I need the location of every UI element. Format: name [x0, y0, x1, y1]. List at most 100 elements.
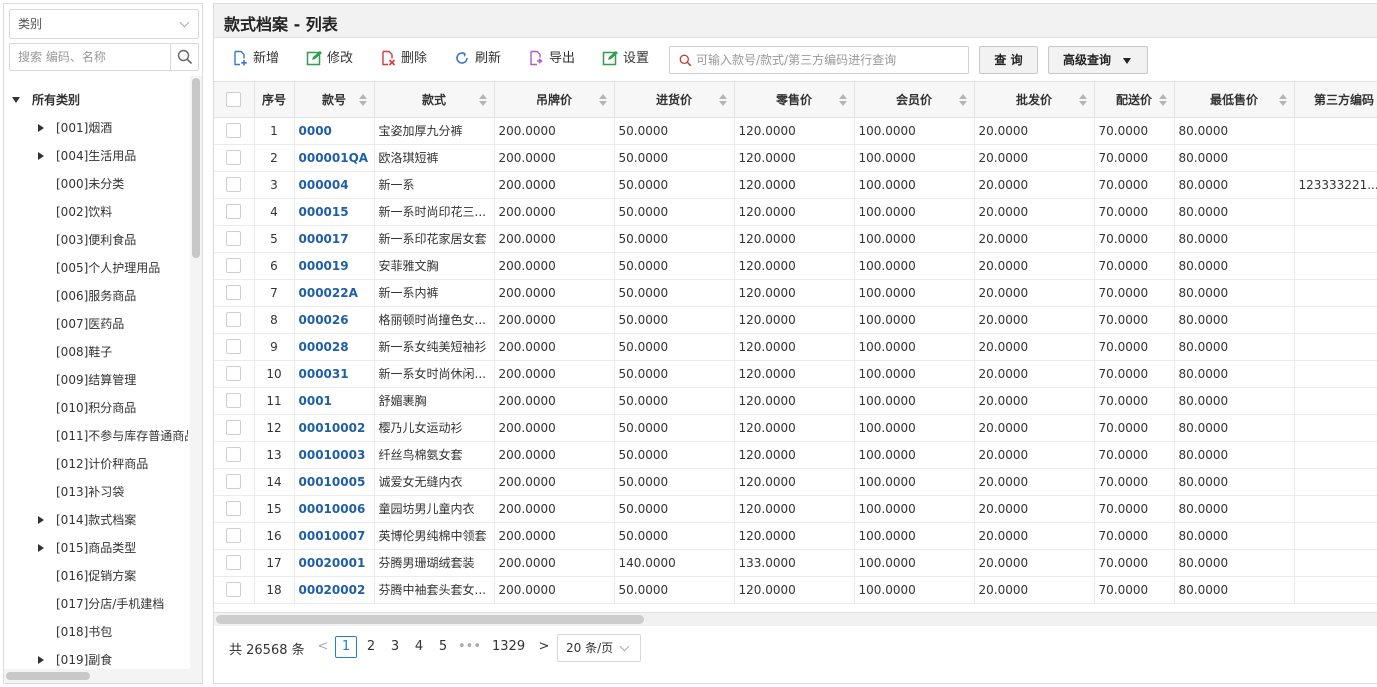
- table-row[interactable]: 4 000015 新一系时尚印花三... 200.0000 50.0000 120.000…: [214, 198, 1377, 226]
- edit-button[interactable]: 修改: [306, 48, 353, 70]
- table-row[interactable]: 8 000026 格丽顿时尚撞色女... 200.0000 50.0000 120.000…: [214, 306, 1377, 334]
- caret-right-icon[interactable]: [38, 152, 44, 160]
- caret-right-icon[interactable]: [38, 544, 44, 552]
- tree-item[interactable]: [001]烟酒: [4, 114, 188, 142]
- row-checkbox[interactable]: [226, 474, 242, 489]
- row-checkbox[interactable]: [226, 150, 242, 165]
- table-row[interactable]: 18 00020002 芬腾中袖套头套女... 200.0000 50.0000 120.…: [214, 576, 1377, 604]
- sort-icon[interactable]: [598, 94, 607, 106]
- tree-item[interactable]: [018]书包: [4, 618, 188, 646]
- row-checkbox[interactable]: [226, 339, 242, 354]
- tree-item[interactable]: [015]商品类型: [4, 534, 188, 562]
- caret-right-icon[interactable]: [38, 656, 44, 664]
- delete-button[interactable]: 删除: [380, 48, 427, 70]
- row-checkbox[interactable]: [226, 555, 242, 570]
- page-ellipsis[interactable]: •••: [458, 636, 481, 658]
- tree-item[interactable]: [000]未分类: [4, 170, 188, 198]
- select-all-checkbox[interactable]: [226, 91, 242, 107]
- table-row[interactable]: 13 00010003 纤丝鸟棉氨女套 200.0000 50.0000 120.0000…: [214, 441, 1377, 469]
- query-input[interactable]: [696, 47, 966, 73]
- table-row[interactable]: 15 00010006 童园坊男儿童内衣 200.0000 50.0000 120.000…: [214, 495, 1377, 523]
- sort-icon[interactable]: [958, 94, 967, 106]
- table-row[interactable]: 16 00010007 英博伦男纯棉中领套 200.0000 50.0000 120.00…: [214, 522, 1377, 550]
- cell-code[interactable]: 00020002: [294, 576, 375, 604]
- column-header[interactable]: 最低售价: [1174, 82, 1295, 118]
- table-row[interactable]: 14 00010005 诚爱女无缝内衣 200.0000 50.0000 120.0000…: [214, 468, 1377, 496]
- tree-item[interactable]: [014]款式档案: [4, 506, 188, 534]
- table-row[interactable]: 17 00020001 芬腾男珊瑚绒套装 200.0000 140.0000 133.00…: [214, 549, 1377, 577]
- row-checkbox[interactable]: [226, 501, 242, 516]
- row-checkbox[interactable]: [226, 447, 242, 462]
- cell-code[interactable]: 000004: [294, 171, 375, 199]
- cell-code[interactable]: 00010006: [294, 495, 375, 523]
- scrollbar-thumb[interactable]: [216, 615, 644, 624]
- tree-item[interactable]: [019]副食: [4, 646, 188, 669]
- add-button[interactable]: 新增: [232, 48, 279, 70]
- cell-code[interactable]: 00020001: [294, 549, 375, 577]
- sort-icon[interactable]: [838, 94, 847, 106]
- page-button[interactable]: 5: [433, 636, 453, 658]
- tree-vertical-scrollbar[interactable]: [190, 76, 202, 669]
- tree-item[interactable]: [017]分店/手机建档: [4, 590, 188, 618]
- export-button[interactable]: 导出: [528, 48, 575, 70]
- table-row[interactable]: 10 000031 新一系女时尚休闲... 200.0000 50.0000 120.00…: [214, 360, 1377, 388]
- page-size-select[interactable]: 20 条/页: [557, 634, 641, 662]
- row-checkbox[interactable]: [226, 231, 242, 246]
- table-row[interactable]: 2 000001QA 欧洛琪短裤 200.0000 50.0000 120.0000 100…: [214, 144, 1377, 172]
- sort-icon[interactable]: [1158, 94, 1167, 106]
- tree-item[interactable]: [005]个人护理用品: [4, 254, 188, 282]
- scrollbar-thumb[interactable]: [6, 672, 90, 680]
- tree-item[interactable]: [002]饮料: [4, 198, 188, 226]
- sort-icon[interactable]: [1078, 94, 1087, 106]
- tree-item[interactable]: [010]积分商品: [4, 394, 188, 422]
- tree-item[interactable]: [013]补习袋: [4, 478, 188, 506]
- settings-button[interactable]: 设置: [602, 48, 649, 70]
- scrollbar-thumb[interactable]: [192, 78, 200, 258]
- cell-code[interactable]: 000028: [294, 333, 375, 361]
- table-row[interactable]: 1 0000 宝姿加厚九分裤 200.0000 50.0000 120.0000 100.0…: [214, 117, 1377, 145]
- tree-item[interactable]: [012]计价秤商品: [4, 450, 188, 478]
- column-header[interactable]: 零售价: [734, 82, 855, 118]
- grid-horizontal-scrollbar[interactable]: [214, 612, 1377, 626]
- cell-code[interactable]: 000015: [294, 198, 375, 226]
- row-checkbox[interactable]: [226, 393, 242, 408]
- sort-icon[interactable]: [478, 94, 487, 106]
- cell-code[interactable]: 00010002: [294, 414, 375, 442]
- next-page-button[interactable]: >: [534, 636, 554, 658]
- tree-item[interactable]: [003]便利食品: [4, 226, 188, 254]
- cell-code[interactable]: 000026: [294, 306, 375, 334]
- table-row[interactable]: 5 000017 新一系印花家居女套 200.0000 50.0000 120.0000 1…: [214, 225, 1377, 253]
- row-checkbox[interactable]: [226, 582, 242, 597]
- tree-item[interactable]: [007]医药品: [4, 310, 188, 338]
- refresh-button[interactable]: 刷新: [454, 48, 501, 70]
- cell-code[interactable]: 000022A: [294, 279, 375, 307]
- table-row[interactable]: 6 000019 安菲雅文胸 200.0000 50.0000 120.0000 100.0…: [214, 252, 1377, 280]
- caret-right-icon[interactable]: [38, 516, 44, 524]
- row-checkbox[interactable]: [226, 258, 242, 273]
- column-header[interactable]: 配送价: [1094, 82, 1175, 118]
- column-header[interactable]: 款式: [374, 82, 495, 118]
- caret-down-icon[interactable]: [12, 97, 20, 103]
- column-header[interactable]: 批发价: [974, 82, 1095, 118]
- tree-item[interactable]: [008]鞋子: [4, 338, 188, 366]
- column-header[interactable]: 会员价: [854, 82, 975, 118]
- row-checkbox[interactable]: [226, 420, 242, 435]
- sort-icon[interactable]: [718, 94, 727, 106]
- table-row[interactable]: 9 000028 新一系女纯美短袖衫 200.0000 50.0000 120.0000 1…: [214, 333, 1377, 361]
- row-checkbox[interactable]: [226, 123, 242, 138]
- column-header[interactable]: 款号: [294, 82, 375, 118]
- page-button[interactable]: 1: [335, 636, 357, 658]
- tree-item[interactable]: [011]不参与库存普通商品: [4, 422, 188, 450]
- table-row[interactable]: 3 000004 新一系 200.0000 50.0000 120.0000 100.000…: [214, 171, 1377, 199]
- cell-code[interactable]: 00010003: [294, 441, 375, 469]
- page-button[interactable]: 1329: [492, 636, 525, 658]
- prev-page-button[interactable]: <: [313, 636, 333, 658]
- cell-code[interactable]: 000031: [294, 360, 375, 388]
- column-header[interactable]: 进货价: [614, 82, 735, 118]
- cell-code[interactable]: 000017: [294, 225, 375, 253]
- query-button[interactable]: 查 询: [979, 46, 1038, 74]
- page-button[interactable]: 4: [409, 636, 429, 658]
- page-button[interactable]: 3: [385, 636, 405, 658]
- cell-code[interactable]: 000001QA: [294, 144, 375, 172]
- tree-item[interactable]: [006]服务商品: [4, 282, 188, 310]
